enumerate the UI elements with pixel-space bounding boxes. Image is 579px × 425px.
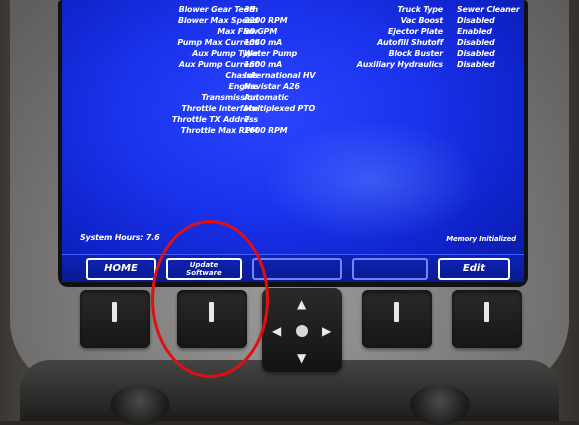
arrow-left-icon[interactable]: ◀ [272, 325, 281, 337]
arrow-right-icon[interactable]: ▶ [322, 325, 331, 337]
value-ejector-plate: Enabled [457, 27, 492, 36]
highlight-annotation-circle [151, 220, 269, 378]
screen-glare [262, 120, 482, 240]
value-throttle-interface: Multiplexed PTO [244, 104, 316, 113]
button-5-marker [484, 302, 489, 322]
left-knob [110, 385, 170, 425]
value-aux-pump-type: Water Pump [244, 49, 297, 58]
label-auxiliary-hydraulics: Auxiliary Hydraulics [356, 60, 443, 69]
value-max-flow: 90 GPM [244, 27, 278, 36]
config-labels-right: Truck Type Vac Boost Ejector Plate Autof… [357, 4, 443, 70]
label-block-buster: Block Buster [388, 49, 443, 58]
hardware-button-5[interactable] [452, 290, 522, 348]
hardware-button-1[interactable] [80, 290, 150, 348]
memory-status: Memory Initialized [446, 235, 516, 243]
value-throttle-tx-address: 7 [244, 115, 250, 124]
value-truck-type: Sewer Cleaner [457, 5, 520, 14]
config-values-right: Sewer Cleaner Disabled Enabled Disabled … [457, 4, 520, 70]
value-pump-max-current: 1040 mA [244, 38, 283, 47]
label-truck-type: Truck Type [397, 5, 443, 14]
value-autofill-shutoff: Disabled [457, 38, 495, 47]
right-knob [410, 385, 470, 425]
label-ejector-plate: Ejector Plate [387, 27, 443, 36]
label-autofill-shutoff: Autofill Shutoff [377, 38, 443, 47]
value-transmission: Automatic [244, 93, 289, 102]
value-vac-boost: Disabled [457, 16, 495, 25]
value-aux-pump-current: 1600 mA [244, 60, 283, 69]
display-screen: Blower Gear Teeth Blower Max Speed Max F… [62, 0, 524, 282]
softkey-home[interactable]: HOME [86, 258, 156, 280]
value-blower-gear-teeth: 38 [244, 5, 255, 14]
arrow-up-icon[interactable]: ▲ [297, 298, 306, 310]
softkey-empty-4[interactable] [352, 258, 428, 280]
hardware-button-4[interactable] [362, 290, 432, 348]
arrow-down-icon[interactable]: ▼ [297, 352, 306, 364]
system-hours: System Hours: 7.6 [80, 233, 160, 242]
button-1-marker [112, 302, 117, 322]
directional-pad[interactable]: ▲ ▼ ◀ ▶ [262, 288, 342, 372]
value-blower-max-speed: 2200 RPM [244, 16, 288, 25]
value-chassis: International HV [244, 71, 316, 80]
label-vac-boost: Vac Boost [400, 16, 444, 25]
config-values-left: 38 2200 RPM 90 GPM 1040 mA Water Pump 16… [244, 4, 316, 136]
softkey-edit[interactable]: Edit [438, 258, 510, 280]
softkey-bar: HOME Update Software Edit [62, 254, 524, 282]
value-throttle-max-rpm: 1600 RPM [244, 126, 288, 135]
value-block-buster: Disabled [457, 49, 495, 58]
button-4-marker [394, 302, 399, 322]
center-dot-icon[interactable] [296, 325, 308, 337]
value-auxiliary-hydraulics: Disabled [457, 60, 495, 69]
value-engine: Navistar A26 [244, 82, 300, 91]
